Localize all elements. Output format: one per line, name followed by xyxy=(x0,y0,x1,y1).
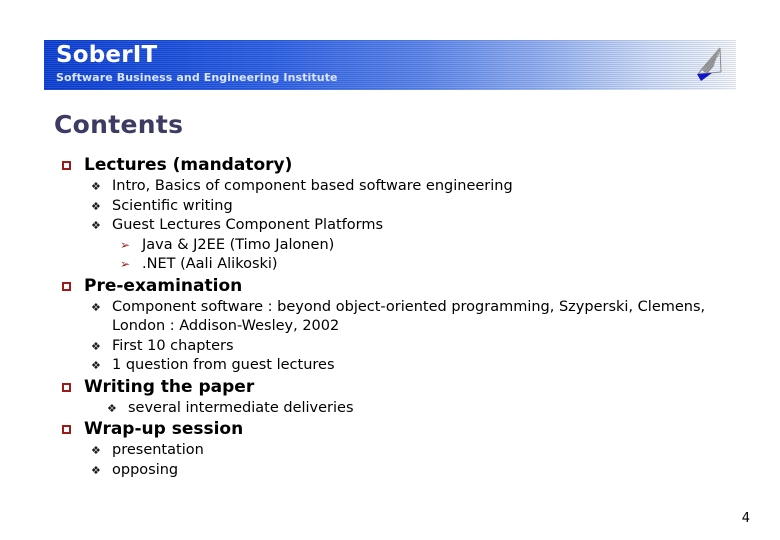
outline-label: Lectures (mandatory) xyxy=(84,155,293,175)
outline-item-level1: Wrap-up session xyxy=(0,418,780,441)
brand-subtitle: Software Business and Engineering Instit… xyxy=(56,71,338,84)
outline-label: presentation xyxy=(112,442,204,458)
outline-label: Writing the paper xyxy=(84,376,255,397)
diamond-bullet-icon: ❖ xyxy=(91,300,101,314)
page-number: 4 xyxy=(741,511,750,526)
outline-item-level1: Pre-examination xyxy=(0,275,780,298)
outline-item-level2: ❖ Component software : beyond object-ori… xyxy=(0,298,780,337)
square-outline-bullet-icon xyxy=(62,382,71,392)
outline-label: 1 question from guest lectures xyxy=(112,357,335,373)
outline-label: Intro, Basics of component based softwar… xyxy=(112,178,513,194)
outline-label: Guest Lectures Component Platforms xyxy=(112,217,384,233)
outline-item-level2: ❖ Guest Lectures Component Platforms xyxy=(0,216,780,236)
outline-item-level2: ❖ Intro, Basics of component based softw… xyxy=(0,177,780,197)
brand-title: SoberIT xyxy=(56,42,158,68)
diamond-bullet-icon: ❖ xyxy=(91,444,101,457)
diamond-bullet-icon: ❖ xyxy=(91,180,101,193)
outline-list: Lectures (mandatory) ❖ Intro, Basics of … xyxy=(0,154,780,480)
outline-label: opposing xyxy=(112,461,179,478)
diamond-bullet-icon: ❖ xyxy=(91,339,101,353)
outline-item-level2: ❖ 1 question from guest lectures xyxy=(0,356,780,376)
diamond-bullet-icon: ❖ xyxy=(91,199,101,213)
diamond-bullet-icon: ❖ xyxy=(91,219,101,232)
outline-label: Wrap-up session xyxy=(84,419,244,439)
outline-label: Pre-examination xyxy=(84,275,243,296)
square-outline-bullet-icon xyxy=(62,161,71,170)
arrow-bullet-icon: ➢ xyxy=(120,257,131,271)
outline-label: several intermediate deliveries xyxy=(128,399,354,416)
outline-item-level2: ❖ presentation xyxy=(0,441,780,461)
outline-label: Component software : beyond object-orien… xyxy=(112,298,706,335)
arrow-bullet-icon: ➢ xyxy=(120,237,131,252)
outline-item-level1: Writing the paper xyxy=(0,376,780,399)
outline-item-level1: Lectures (mandatory) xyxy=(0,154,780,177)
diamond-bullet-icon: ❖ xyxy=(91,463,101,477)
outline-item-level2: ❖ Scientific writing xyxy=(0,197,780,217)
outline-item-level3: ➢ Java & J2EE (Timo Jalonen) xyxy=(0,236,780,256)
square-outline-bullet-icon xyxy=(62,281,71,291)
outline-item-level2: ❖ several intermediate deliveries xyxy=(0,399,780,419)
outline-item-level2: ❖ First 10 chapters xyxy=(0,337,780,357)
diamond-bullet-icon: ❖ xyxy=(107,401,117,415)
outline-label: .NET (Aali Alikoski) xyxy=(142,256,278,272)
outline-label: Scientific writing xyxy=(112,197,233,214)
outline-label: Java & J2EE (Timo Jalonen) xyxy=(142,236,335,253)
outline-item-level3: ➢ .NET (Aali Alikoski) xyxy=(0,255,780,275)
square-outline-bullet-icon xyxy=(62,425,71,434)
outline-label: First 10 chapters xyxy=(112,337,234,354)
outline-item-level2: ❖ opposing xyxy=(0,461,780,481)
page-title: Contents xyxy=(54,110,184,139)
diamond-bullet-icon: ❖ xyxy=(91,359,101,372)
sail-logo-icon xyxy=(688,44,730,86)
